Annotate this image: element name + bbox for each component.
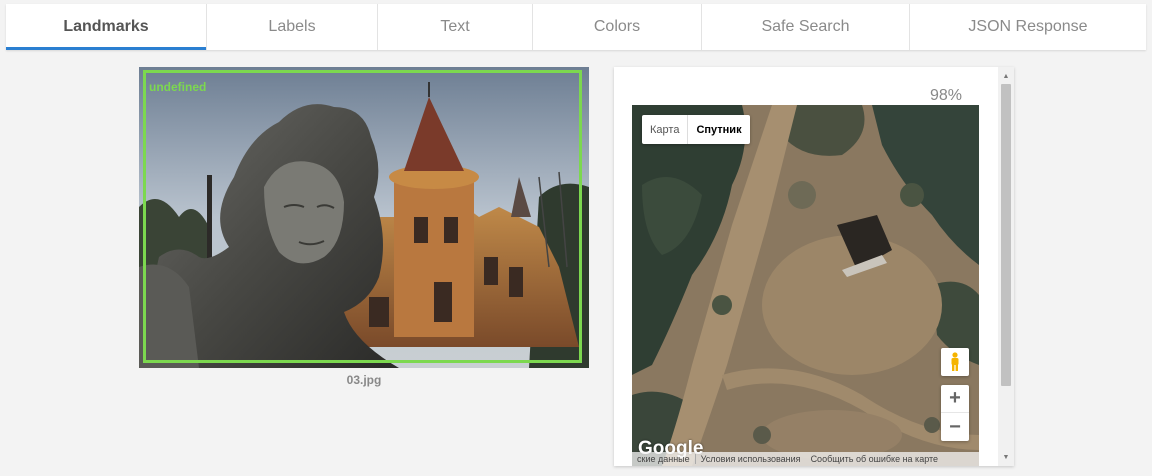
map-attribution-bar: ские данные Условия использования Сообщи… [632, 452, 979, 466]
tab-text[interactable]: Text [378, 4, 533, 50]
zoom-in-button[interactable]: + [941, 385, 969, 413]
scroll-down-arrow-icon[interactable]: ▼ [998, 450, 1014, 464]
landmark-result-card: 98% Карта Спутник + − Google ские данные… [614, 67, 1014, 466]
pegman-icon [951, 352, 959, 371]
scroll-thumb[interactable] [1001, 84, 1011, 386]
tab-landmarks[interactable]: Landmarks [6, 4, 207, 50]
tab-bar: Landmarks Labels Text Colors Safe Search… [6, 4, 1146, 50]
map-type-map-button[interactable]: Карта [642, 115, 687, 144]
confidence-score: 98% [929, 87, 962, 104]
attribution-report-link[interactable]: Сообщить об ошибке на карте [806, 454, 943, 464]
map-imagery [632, 105, 979, 466]
scroll-up-arrow-icon[interactable]: ▲ [998, 69, 1014, 83]
landmark-photo: undefined [139, 67, 589, 368]
map-type-satellite-button[interactable]: Спутник [687, 115, 749, 144]
landmark-bounding-box [143, 70, 582, 363]
street-view-pegman[interactable] [941, 348, 969, 376]
tab-json-response[interactable]: JSON Response [910, 4, 1146, 50]
image-filename: 03.jpg [346, 373, 382, 387]
zoom-control: + − [941, 385, 969, 441]
attribution-terms-link[interactable]: Условия использования [696, 454, 806, 464]
tab-colors[interactable]: Colors [533, 4, 702, 50]
zoom-out-button[interactable]: − [941, 413, 969, 441]
map-type-control: Карта Спутник [642, 115, 750, 144]
card-scrollbar[interactable]: ▲ ▼ [998, 67, 1014, 466]
satellite-map[interactable]: Карта Спутник + − Google ские данные Усл… [632, 105, 979, 466]
landmark-label: undefined [149, 80, 207, 94]
tab-safe-search[interactable]: Safe Search [702, 4, 910, 50]
attribution-map-data[interactable]: ские данные [632, 454, 695, 464]
tab-labels[interactable]: Labels [207, 4, 378, 50]
